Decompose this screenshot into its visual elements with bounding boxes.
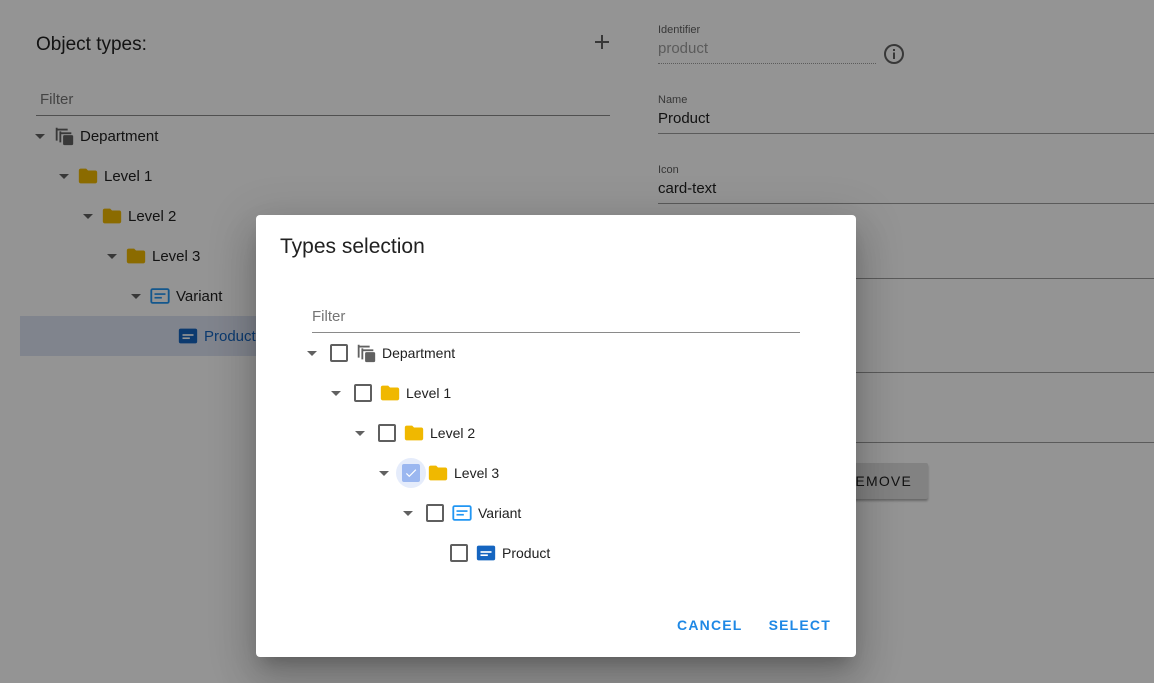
checkbox-product[interactable] [444,538,474,568]
cancel-button[interactable]: CANCEL [668,609,752,641]
layers-icon [354,341,378,365]
checkbox-box [378,424,396,442]
caret-down-icon[interactable] [324,381,348,405]
dialog-tree-item-level-2[interactable]: Level 2 [348,413,475,453]
checkbox-variant[interactable] [420,498,450,528]
folder-icon [426,461,450,485]
card-text-icon [474,541,498,565]
dialog-tree-item-label: Level 2 [430,425,476,441]
dialog-tree-item-department[interactable]: Department [300,333,455,373]
dialog-tree-item-label: Product [502,545,551,561]
checkbox-department[interactable] [324,338,354,368]
folder-icon [378,381,402,405]
dialog-tree-item-variant[interactable]: Variant [396,493,521,533]
checkbox-level-3[interactable] [396,458,426,488]
check-icon [405,469,417,478]
checkbox-box [330,344,348,362]
checkbox-box [450,544,468,562]
dialog-tree-item-label: Level 1 [406,385,452,401]
folder-icon [402,421,426,445]
dialog-tree-item-label: Level 3 [454,465,500,481]
dialog-tree-item-label: Department [382,345,456,361]
checkbox-box [354,384,372,402]
dialog-tree-item-label: Variant [478,505,522,521]
checkbox-box [402,464,420,482]
dialog-title: Types selection [280,235,425,258]
caret-down-icon[interactable] [300,341,324,365]
checkbox-level-2[interactable] [372,418,402,448]
dialog-tree-item-level-3[interactable]: Level 3 [372,453,499,493]
dialog-tree-item-product[interactable]: Product [444,533,550,573]
types-selection-dialog: Types selection Department Level 1 Level… [256,215,856,657]
caret-down-icon[interactable] [348,421,372,445]
dialog-tree-item-level-1[interactable]: Level 1 [324,373,451,413]
dialog-actions: CANCEL SELECT [668,609,840,641]
caret-down-icon[interactable] [372,461,396,485]
checkbox-box [426,504,444,522]
card-outline-icon [450,501,474,525]
caret-down-icon[interactable] [396,501,420,525]
dialog-filter-input[interactable] [312,299,800,333]
checkbox-level-1[interactable] [348,378,378,408]
select-button[interactable]: SELECT [760,609,840,641]
